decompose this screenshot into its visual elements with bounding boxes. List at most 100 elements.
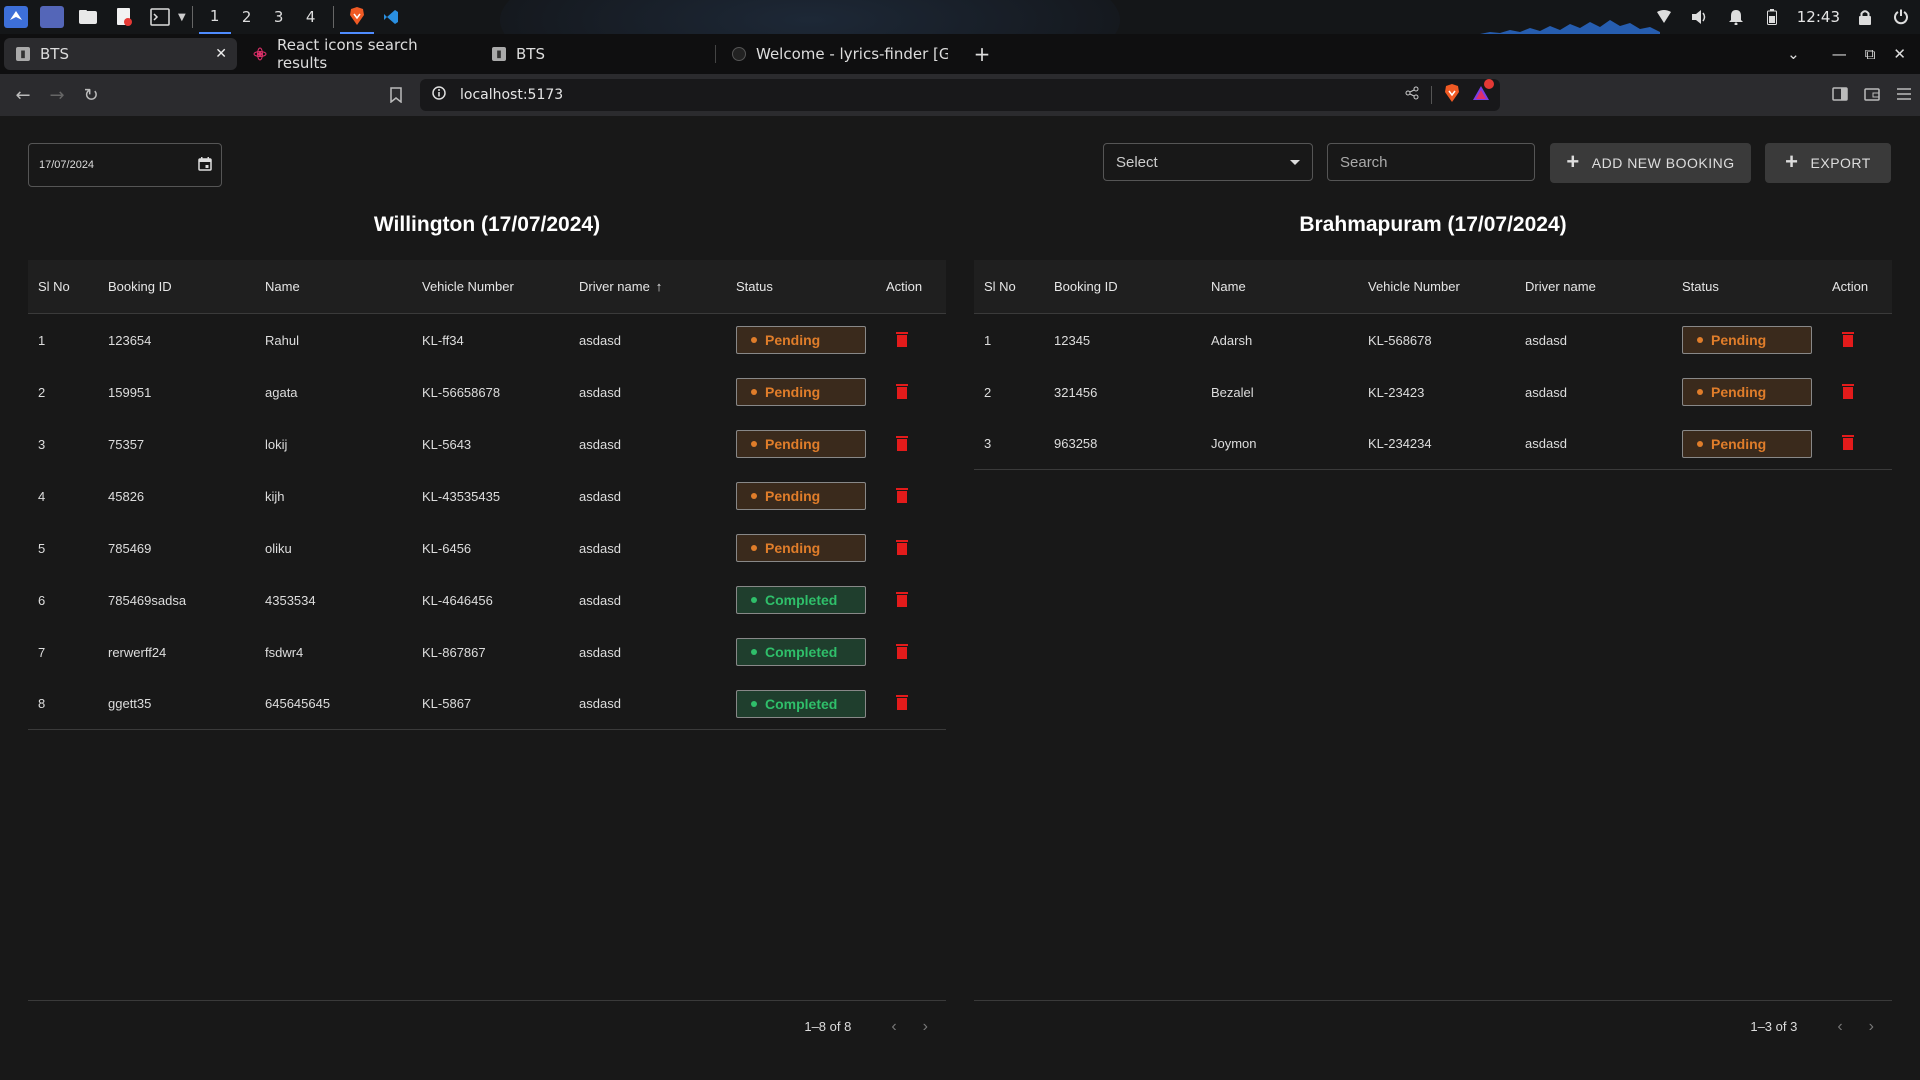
delete-trash-icon[interactable] bbox=[1842, 331, 1854, 347]
close-icon[interactable]: ✕ bbox=[215, 46, 227, 62]
column-header-vehicle-number[interactable]: Vehicle Number bbox=[1358, 279, 1515, 294]
status-badge[interactable]: Pending bbox=[1682, 326, 1812, 354]
status-badge[interactable]: Pending bbox=[736, 482, 866, 510]
lock-icon[interactable] bbox=[1854, 6, 1876, 28]
column-header-sl-no[interactable]: Sl No bbox=[28, 279, 98, 294]
workspace-1[interactable]: 1 bbox=[198, 0, 231, 34]
table-row[interactable]: 2 321456 Bezalel KL-23423 asdasd Pending bbox=[974, 366, 1892, 418]
address-bar[interactable]: localhost:5173 bbox=[420, 79, 1500, 111]
text-editor-icon[interactable] bbox=[112, 6, 136, 28]
status-badge[interactable]: Pending bbox=[1682, 429, 1812, 458]
status-badge[interactable]: Pending bbox=[1682, 378, 1812, 406]
table-row[interactable]: 7 rerwerff24 fsdwr4 KL-867867 asdasd Complete… bbox=[28, 626, 946, 678]
status-badge[interactable]: Pending bbox=[736, 326, 866, 354]
power-icon[interactable] bbox=[1890, 6, 1912, 28]
brave-rewards-icon[interactable] bbox=[1472, 79, 1494, 105]
column-header-action[interactable]: Action bbox=[876, 279, 946, 294]
delete-trash-icon[interactable] bbox=[1842, 434, 1854, 450]
terminal-icon[interactable] bbox=[148, 6, 172, 28]
back-icon[interactable]: ← bbox=[6, 78, 40, 112]
table-row[interactable]: 8 ggett35 645645645 KL-5867 asdasd Completed bbox=[28, 678, 946, 730]
delete-trash-icon[interactable] bbox=[896, 591, 908, 607]
brave-app-icon[interactable] bbox=[339, 0, 374, 34]
restore-icon[interactable]: ⧉ bbox=[1865, 45, 1876, 63]
app-menu-icon[interactable] bbox=[4, 6, 28, 28]
export-button[interactable]: + EXPORT bbox=[1765, 143, 1891, 183]
delete-trash-icon[interactable] bbox=[896, 643, 908, 659]
column-header-name[interactable]: Name bbox=[1201, 279, 1358, 294]
chevron-down-icon[interactable]: ▼ bbox=[178, 12, 186, 23]
clock[interactable]: 12:43 bbox=[1797, 8, 1840, 26]
delete-trash-icon[interactable] bbox=[896, 331, 908, 347]
close-window-icon[interactable]: ✕ bbox=[1893, 45, 1906, 63]
previous-page-icon[interactable]: ‹ bbox=[1837, 1018, 1842, 1036]
workspace-3[interactable]: 3 bbox=[263, 0, 295, 34]
new-tab-button[interactable]: + bbox=[968, 40, 996, 68]
minimize-icon[interactable]: — bbox=[1832, 45, 1847, 63]
reload-icon[interactable]: ↻ bbox=[74, 78, 108, 112]
table-row[interactable]: 5 785469 oliku KL-6456 asdasd Pending bbox=[28, 522, 946, 574]
date-picker-input[interactable]: 17/07/2024 bbox=[28, 143, 222, 187]
search-input[interactable] bbox=[1327, 143, 1535, 181]
table-row[interactable]: 4 45826 kijh KL-43535435 asdasd Pending bbox=[28, 470, 946, 522]
volume-icon[interactable] bbox=[1689, 6, 1711, 28]
next-page-icon[interactable]: › bbox=[923, 1018, 928, 1036]
sidebar-icon[interactable] bbox=[1832, 86, 1848, 105]
table-row[interactable]: 1 12345 Adarsh KL-568678 asdasd Pending bbox=[974, 314, 1892, 366]
delete-trash-icon[interactable] bbox=[896, 539, 908, 555]
desktop-icon[interactable] bbox=[40, 6, 64, 28]
column-header-booking-id[interactable]: Booking ID bbox=[1044, 279, 1201, 294]
sort-ascending-icon[interactable]: ↑ bbox=[656, 279, 663, 294]
status-badge[interactable]: Pending bbox=[736, 534, 866, 562]
brave-shields-icon[interactable] bbox=[1444, 84, 1460, 106]
site-info-icon[interactable] bbox=[432, 86, 446, 104]
table-row[interactable]: 1 123654 Rahul KL-ff34 asdasd Pending bbox=[28, 314, 946, 366]
delete-trash-icon[interactable] bbox=[896, 487, 908, 503]
share-icon[interactable] bbox=[1405, 86, 1419, 104]
status-badge[interactable]: Completed bbox=[736, 586, 866, 614]
status-badge[interactable]: Pending bbox=[736, 378, 866, 406]
wallet-icon[interactable] bbox=[1864, 86, 1880, 105]
file-manager-icon[interactable] bbox=[76, 6, 100, 28]
table-row[interactable]: 6 785469sadsa 4353534 KL-4646456 asdasd Compl… bbox=[28, 574, 946, 626]
previous-page-icon[interactable]: ‹ bbox=[891, 1018, 896, 1036]
menu-icon[interactable] bbox=[1896, 86, 1912, 105]
delete-trash-icon[interactable] bbox=[896, 435, 908, 451]
tab-lyrics-finder[interactable]: Welcome - lyrics-finder [Gith bbox=[720, 38, 960, 70]
tab-react-icons[interactable]: React icons search results bbox=[241, 36, 476, 72]
table-row[interactable]: 3 963258 Joymon KL-234234 asdasd Pending bbox=[974, 418, 1892, 470]
location-select[interactable]: Select bbox=[1103, 143, 1313, 181]
notification-bell-icon[interactable] bbox=[1725, 6, 1747, 28]
bookmark-icon[interactable] bbox=[386, 83, 406, 107]
column-header-name[interactable]: Name bbox=[255, 279, 412, 294]
battery-icon[interactable] bbox=[1761, 6, 1783, 28]
column-header-driver-name[interactable]: Driver name ↑ bbox=[569, 279, 726, 294]
table-row[interactable]: 3 75357 lokij KL-5643 asdasd Pending bbox=[28, 418, 946, 470]
workspace-2[interactable]: 2 bbox=[231, 0, 263, 34]
next-page-icon[interactable]: › bbox=[1869, 1018, 1874, 1036]
tab-list-chevron-icon[interactable]: ⌄ bbox=[1787, 45, 1800, 63]
column-header-status[interactable]: Status bbox=[726, 279, 876, 294]
delete-trash-icon[interactable] bbox=[896, 694, 908, 710]
status-badge[interactable]: Completed bbox=[736, 638, 866, 666]
tab-bts-second[interactable]: ▮ BTS bbox=[480, 38, 715, 70]
column-header-vehicle-number[interactable]: Vehicle Number bbox=[412, 279, 569, 294]
delete-trash-icon[interactable] bbox=[896, 383, 908, 399]
forward-icon[interactable]: → bbox=[40, 78, 74, 112]
column-header-booking-id[interactable]: Booking ID bbox=[98, 279, 255, 294]
status-badge[interactable]: Pending bbox=[736, 430, 866, 458]
column-header-status[interactable]: Status bbox=[1672, 279, 1822, 294]
calendar-icon[interactable] bbox=[197, 156, 213, 172]
status-badge[interactable]: Completed bbox=[736, 689, 866, 718]
wifi-icon[interactable] bbox=[1653, 6, 1675, 28]
workspace-4[interactable]: 4 bbox=[295, 0, 327, 34]
delete-trash-icon[interactable] bbox=[1842, 383, 1854, 399]
column-header-action[interactable]: Action bbox=[1822, 279, 1892, 294]
column-header-driver-name[interactable]: Driver name bbox=[1515, 279, 1672, 294]
url-text[interactable]: localhost:5173 bbox=[460, 87, 563, 103]
tab-bts-active[interactable]: ▮ BTS ✕ bbox=[4, 38, 237, 70]
vscode-app-icon[interactable] bbox=[374, 0, 408, 34]
table-row[interactable]: 2 159951 agata KL-56658678 asdasd Pending bbox=[28, 366, 946, 418]
add-new-booking-button[interactable]: + ADD NEW BOOKING bbox=[1550, 143, 1751, 183]
column-header-sl-no[interactable]: Sl No bbox=[974, 279, 1044, 294]
